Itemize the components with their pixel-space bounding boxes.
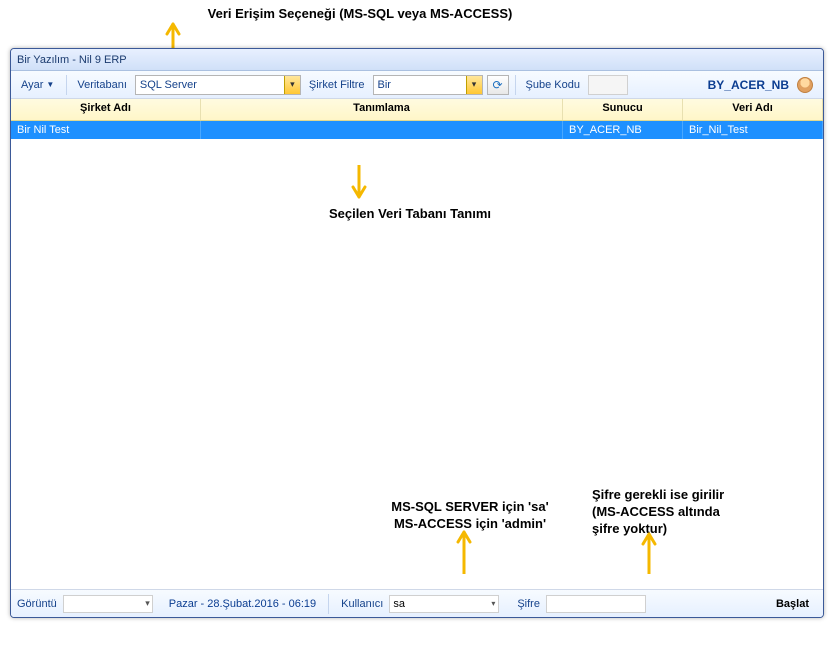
- annotation-bottom-right-text: Şifre gerekli ise girilir (MS-ACCESS alt…: [592, 487, 724, 536]
- table-row[interactable]: Bir Nil Test BY_ACER_NB Bir_Nil_Test: [11, 121, 823, 139]
- td-sirket: Bir Nil Test: [11, 121, 201, 139]
- user-icon: [797, 77, 813, 93]
- th-tanimlama[interactable]: Tanımlama: [201, 99, 563, 120]
- toolbar-right: BY_ACER_NB: [708, 77, 819, 93]
- arrow-down-middle: [350, 165, 368, 210]
- ayar-label: Ayar: [21, 79, 43, 91]
- baslat-button[interactable]: Başlat: [776, 598, 817, 610]
- goruntu-dropdown[interactable]: ▾: [63, 595, 153, 613]
- sube-kodu-input[interactable]: [588, 75, 628, 95]
- sifre-input[interactable]: [546, 595, 646, 613]
- sirket-filtre-value: Bir: [374, 79, 466, 91]
- sube-kodu-label: Şube Kodu: [522, 79, 584, 91]
- separator: [515, 75, 516, 95]
- arrow-up-bottom-right: [640, 522, 658, 577]
- arrow-up-bottom-left: [455, 520, 473, 577]
- th-sirket-adi[interactable]: Şirket Adı: [11, 99, 201, 120]
- titlebar: Bir Yazılım - Nil 9 ERP: [11, 49, 823, 71]
- sirket-filtre-label: Şirket Filtre: [305, 79, 369, 91]
- veritabani-value: SQL Server: [136, 79, 284, 91]
- td-veri: Bir_Nil_Test: [683, 121, 823, 139]
- separator: [66, 75, 67, 95]
- annotation-bottom-right: Şifre gerekli ise girilir (MS-ACCESS alt…: [592, 470, 772, 538]
- toolbar: Ayar ▼ Veritabanı SQL Server ▾ Şirket Fi…: [11, 71, 823, 99]
- td-tanim: [201, 121, 563, 139]
- sifre-label: Şifre: [517, 598, 540, 610]
- kullanici-label: Kullanıcı: [341, 598, 383, 610]
- refresh-button[interactable]: ⟳: [487, 75, 509, 95]
- td-sunucu: BY_ACER_NB: [563, 121, 683, 139]
- dropdown-button-icon: ▾: [466, 76, 482, 94]
- refresh-icon: ⟳: [492, 78, 502, 92]
- date-text: Pazar - 28.Şubat.2016 - 06:19: [169, 598, 316, 610]
- machine-name: BY_ACER_NB: [708, 78, 789, 92]
- annotation-top-text: Veri Erişim Seçeneği (MS-SQL veya MS-ACC…: [208, 6, 513, 21]
- ayar-menu[interactable]: Ayar ▼: [15, 75, 60, 95]
- separator: [328, 594, 329, 614]
- dropdown-button-icon: ▾: [284, 76, 300, 94]
- window-title: Bir Yazılım - Nil 9 ERP: [17, 54, 127, 66]
- bottombar: Görüntü ▾ Pazar - 28.Şubat.2016 - 06:19 …: [11, 589, 823, 617]
- annotation-middle: Seçilen Veri Tabanı Tanımı: [300, 206, 520, 223]
- sirket-filtre-dropdown[interactable]: Bir ▾: [373, 75, 483, 95]
- veritabani-dropdown[interactable]: SQL Server ▾: [135, 75, 301, 95]
- caret-down-icon: ▼: [46, 80, 54, 89]
- annotation-middle-text: Seçilen Veri Tabanı Tanımı: [329, 206, 491, 221]
- th-sunucu[interactable]: Sunucu: [563, 99, 683, 120]
- kullanici-dropdown[interactable]: sa ▾: [389, 595, 499, 613]
- caret-down-icon: ▾: [491, 599, 495, 608]
- veritabani-label: Veritabanı: [73, 79, 131, 91]
- goruntu-label: Görüntü: [17, 598, 57, 610]
- kullanici-value: sa: [393, 598, 405, 610]
- th-veri-adi[interactable]: Veri Adı: [683, 99, 823, 120]
- annotation-top: Veri Erişim Seçeneği (MS-SQL veya MS-ACC…: [180, 6, 540, 23]
- table-header-row: Şirket Adı Tanımlama Sunucu Veri Adı: [11, 99, 823, 121]
